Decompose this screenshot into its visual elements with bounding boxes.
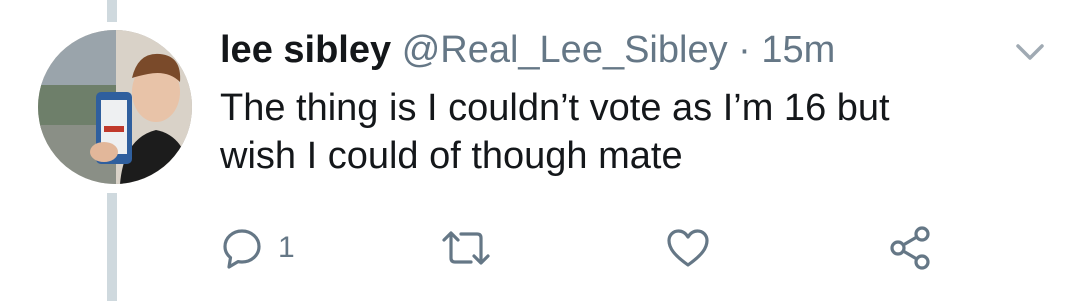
action-bar: 1 bbox=[0, 224, 1079, 272]
like-button[interactable] bbox=[664, 224, 712, 272]
reply-button[interactable]: 1 bbox=[220, 224, 295, 272]
tweet-header: lee sibley @Real_Lee_Sibley · 15m bbox=[220, 28, 835, 72]
retweet-icon bbox=[442, 231, 490, 265]
display-name[interactable]: lee sibley bbox=[220, 29, 391, 71]
reply-count: 1 bbox=[278, 231, 295, 264]
thread-line-top bbox=[107, 0, 117, 22]
heart-icon bbox=[667, 229, 709, 267]
chevron-down-icon[interactable] bbox=[1012, 38, 1048, 66]
timestamp[interactable]: 15m bbox=[761, 29, 835, 71]
share-icon bbox=[890, 226, 930, 270]
avatar[interactable] bbox=[38, 30, 192, 184]
tweet-text: The thing is I couldn’t vote as I’m 16 b… bbox=[220, 84, 1040, 180]
share-button[interactable] bbox=[886, 224, 934, 272]
user-handle[interactable]: @Real_Lee_Sibley bbox=[402, 29, 728, 71]
separator-dot: · bbox=[738, 29, 751, 71]
avatar-image bbox=[38, 30, 192, 184]
tweet-text-line-1: The thing is I couldn’t vote as I’m 16 b… bbox=[220, 87, 890, 129]
tweet[interactable]: lee sibley @Real_Lee_Sibley · 15m The th… bbox=[0, 0, 1079, 301]
tweet-text-line-2: wish I could of though mate bbox=[220, 135, 683, 177]
retweet-button[interactable] bbox=[438, 224, 494, 272]
reply-icon bbox=[223, 229, 261, 269]
